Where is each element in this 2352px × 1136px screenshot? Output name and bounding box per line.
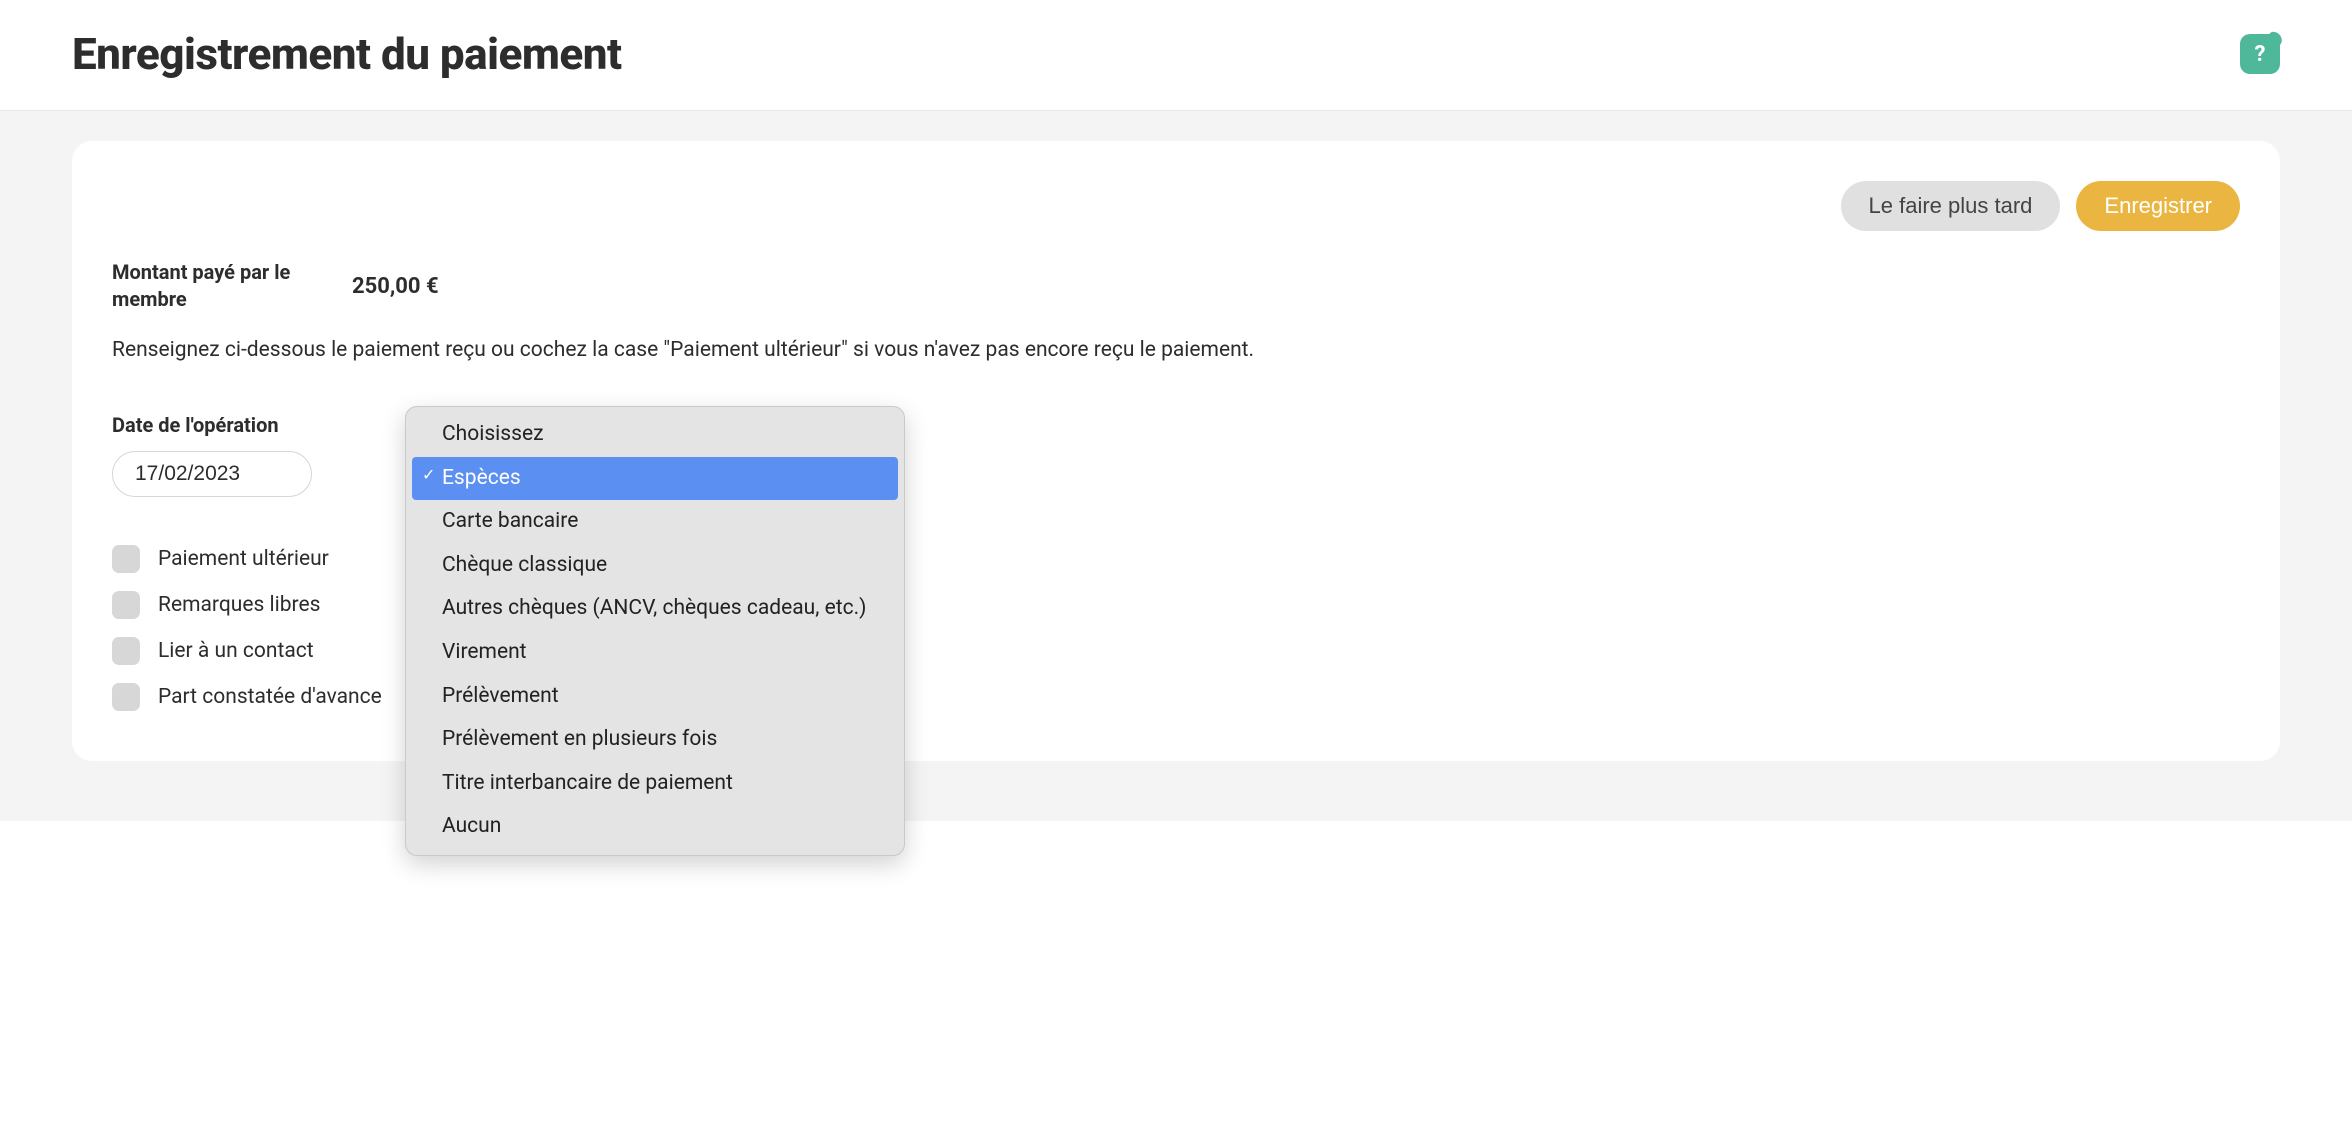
checkbox-remarks[interactable] bbox=[112, 591, 140, 619]
checkbox-label-advance: Part constatée d'avance bbox=[158, 685, 382, 709]
dropdown-option[interactable]: Chèque classique bbox=[412, 544, 898, 588]
dropdown-option[interactable]: Choisissez bbox=[412, 413, 898, 457]
help-button[interactable]: ? bbox=[2240, 34, 2280, 74]
dropdown-option[interactable]: Autres chèques (ANCV, chèques cadeau, et… bbox=[412, 587, 898, 631]
checkbox-label-remarks: Remarques libres bbox=[158, 593, 320, 617]
checkbox-link-contact[interactable] bbox=[112, 637, 140, 665]
checkbox-advance[interactable] bbox=[112, 683, 140, 711]
dropdown-option[interactable]: Titre interbancaire de paiement bbox=[412, 762, 898, 806]
checkbox-later[interactable] bbox=[112, 545, 140, 573]
instruction-text: Renseignez ci-dessous le paiement reçu o… bbox=[112, 335, 2240, 365]
amount-label: Montant payé par le membre bbox=[112, 259, 312, 313]
page-title: Enregistrement du paiement bbox=[72, 28, 622, 80]
payment-method-dropdown[interactable]: ChoisissezEspècesCarte bancaireChèque cl… bbox=[405, 406, 905, 856]
dropdown-option[interactable]: Espèces bbox=[412, 457, 898, 501]
checkbox-label-link-contact: Lier à un contact bbox=[158, 639, 314, 663]
dropdown-option[interactable]: Prélèvement en plusieurs fois bbox=[412, 718, 898, 762]
amount-row: Montant payé par le membre 250,00 € bbox=[112, 259, 2240, 313]
save-button[interactable]: Enregistrer bbox=[2076, 181, 2240, 231]
page-body: Le faire plus tard Enregistrer Montant p… bbox=[0, 111, 2352, 821]
dropdown-option[interactable]: Carte bancaire bbox=[412, 500, 898, 544]
action-row: Le faire plus tard Enregistrer bbox=[112, 181, 2240, 231]
payment-card: Le faire plus tard Enregistrer Montant p… bbox=[72, 141, 2280, 761]
amount-value: 250,00 € bbox=[352, 274, 439, 299]
checkbox-label-later: Paiement ultérieur bbox=[158, 547, 329, 571]
dropdown-option[interactable]: Prélèvement bbox=[412, 675, 898, 719]
dropdown-option[interactable]: Aucun bbox=[412, 805, 898, 849]
help-icon: ? bbox=[2255, 42, 2266, 67]
date-input[interactable] bbox=[112, 451, 312, 497]
dropdown-option[interactable]: Virement bbox=[412, 631, 898, 675]
later-button[interactable]: Le faire plus tard bbox=[1841, 181, 2061, 231]
page-header: Enregistrement du paiement ? bbox=[0, 0, 2352, 111]
